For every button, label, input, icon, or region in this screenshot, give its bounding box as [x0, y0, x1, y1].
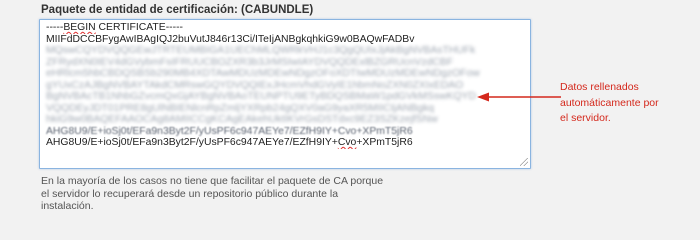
certificate-line-obscured: hkiG9w0BAQEFAAOCAg8AMIICCgKCAgEAkehUktIK…: [46, 114, 438, 125]
certificate-line-obscured: AHG8U9/E+ioSj0t/EFa9n3Byt2F/yUsPF6c947AE…: [46, 125, 413, 137]
help-line: instalación.: [41, 200, 94, 212]
certificate-line-begin: -----BEGIN CERTIFICATE-----: [46, 22, 184, 33]
certificate-line-obscured: BgNVBAcTB1NhbGZvcmQxGjAYBgNVBAoTEUNPTU9E…: [46, 91, 476, 102]
certificate-line-obscured: VQQDEyJDT01PRE8gUlNBIENlcnRpZmljYXRpb24g…: [46, 102, 435, 114]
annotation-arrow-icon: [477, 92, 561, 102]
help-line: En la mayoría de los casos no tiene que …: [41, 175, 384, 187]
spellcheck-word: BEGIN: [63, 22, 96, 33]
annotation-line: Datos rellenados: [560, 81, 639, 93]
certificate-line-obscured: ZFRydXN0IEV4dGVybmFsIFRUUCBOZXR3b3JrMSIw…: [46, 56, 454, 68]
certificate-line-last: AHG8U9/E+ioSj0t/EFa9n3Byt2F/yUsPF6c947AE…: [46, 137, 413, 148]
certificate-text[interactable]: -----BEGIN CERTIFICATE----- MIIFdDCCBFyg…: [46, 22, 524, 149]
certificate-line-obscured: eHRlcm5hbCBDQSBSb290MB4XDTAwMDUzMDEwNDgz…: [46, 68, 480, 79]
cabundle-help-text: En la mayoría de los casos no tiene que …: [41, 175, 384, 213]
annotation-line: el servidor.: [560, 112, 611, 124]
textarea-resize-handle[interactable]: [520, 158, 528, 166]
certificate-line-obscured: gYUxCzAJBgNVBAYTAkdCMRswGQYDVQQIExJHcmVh…: [46, 79, 464, 91]
annotation-line: automáticamente por: [560, 96, 659, 109]
certificate-line-obscured: MQswCQYDVQQGEwJTRTEUMBIGA1UEChMLQWRkVHJ1…: [46, 45, 476, 56]
annotation-callout: Datos rellenados automáticamente por el …: [560, 80, 695, 127]
cabundle-label: Paquete de entidad de certificación: (CA…: [41, 4, 314, 16]
certificate-line: MIIFdDCCBFygAwIBAgIQJ2buVutJ846r13Ci/ITe…: [46, 33, 415, 45]
cabundle-form-group: Paquete de entidad de certificación: (CA…: [32, 0, 552, 218]
spellcheck-word: Cvo: [337, 137, 357, 148]
cabundle-textarea[interactable]: -----BEGIN CERTIFICATE----- MIIFdDCCBFyg…: [39, 19, 531, 169]
help-line: el servidor lo recuperará desde un repos…: [41, 187, 339, 200]
